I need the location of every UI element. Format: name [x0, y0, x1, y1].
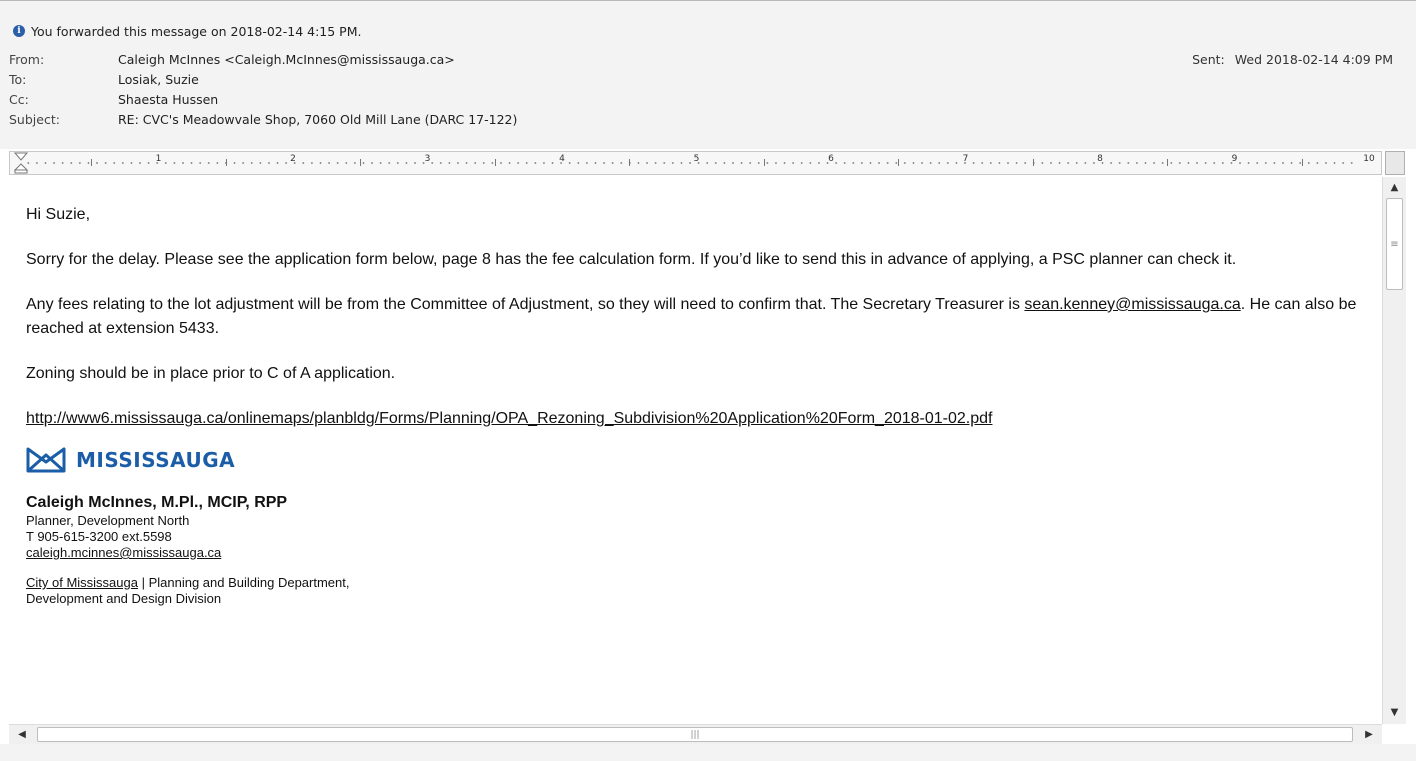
secretary-email-link[interactable]: sean.kenney@mississauga.ca [1024, 296, 1240, 313]
ruler-tick [898, 159, 900, 166]
scroll-right-icon[interactable]: ▶ [1359, 726, 1379, 743]
bottom-strip [0, 744, 1416, 761]
message-body: Hi Suzie, Sorry for the delay. Please se… [9, 177, 1382, 724]
infobar-text: You forwarded this message on 2018-02-14… [31, 23, 362, 39]
signature-org-rest: | Planning and Building Department, [137, 575, 350, 590]
ruler-tick [763, 159, 765, 166]
body-paragraph-3: Zoning should be in place prior to C of … [26, 365, 396, 382]
signature-org: City of Mississauga | Planning and Build… [26, 575, 1366, 591]
info-icon: i [13, 25, 25, 37]
signature-email-link[interactable]: caleigh.mcinnes@mississauga.ca [26, 545, 221, 560]
signature-name: Caleigh McInnes, M.Pl., MCIP, RPP [26, 494, 288, 511]
ruler-tick [91, 159, 93, 166]
horizontal-scrollbar[interactable]: ◀ ||| ▶ [9, 724, 1382, 744]
subject-value: RE: CVC's Meadowvale Shop, 7060 Old Mill… [118, 111, 518, 127]
cc-value[interactable]: Shaesta Hussen [118, 92, 218, 107]
ruler-number: 3 [424, 154, 431, 164]
subject-label: Subject: [9, 111, 60, 127]
sent-row: Sent: Wed 2018-02-14 4:09 PM [1192, 49, 1393, 69]
application-form-link[interactable]: http://www6.mississauga.ca/onlinemaps/pl… [26, 410, 992, 427]
ruler-dots [24, 162, 1357, 164]
greeting: Hi Suzie, [26, 206, 91, 223]
from-label: From: [9, 51, 45, 67]
ruler-tick [1032, 159, 1034, 166]
sent-label: Sent: [1192, 51, 1225, 67]
message-header: i You forwarded this message on 2018-02-… [0, 0, 1416, 149]
scroll-down-icon[interactable]: ▼ [1385, 703, 1404, 722]
ruler-tick [1301, 159, 1303, 166]
logo-wordmark: MISSISSAUGA [76, 448, 236, 472]
vertical-scrollbar[interactable]: ▲ ≡ ▼ [1382, 177, 1406, 724]
horizontal-scroll-thumb[interactable]: ||| [37, 727, 1353, 742]
to-label: To: [9, 71, 27, 87]
ruler-number: 6 [828, 154, 834, 164]
signature-block: Caleigh McInnes, M.Pl., MCIP, RPP Planne… [26, 493, 1366, 607]
form-url-paragraph: http://www6.mississauga.ca/onlinemaps/pl… [26, 407, 1366, 431]
subject-row: Subject: RE: CVC's Meadowvale Shop, 7060… [9, 109, 1409, 129]
signature-division: Development and Design Division [26, 591, 222, 606]
ruler-toggle-icon[interactable] [1385, 151, 1405, 175]
sent-value: Wed 2018-02-14 4:09 PM [1234, 51, 1393, 67]
scroll-left-icon[interactable]: ◀ [12, 726, 32, 743]
ruler[interactable]: 1 2 3 4 5 6 7 8 9 10 [9, 151, 1382, 175]
to-value[interactable]: Losiak, Suzie [118, 72, 199, 87]
para2-text-before: Any fees relating to the lot adjustment … [26, 296, 1025, 313]
ruler-number: 9 [1231, 154, 1238, 164]
body-paragraph-2: Any fees relating to the lot adjustment … [26, 293, 1366, 341]
vertical-scroll-thumb[interactable]: ≡ [1386, 198, 1403, 290]
ruler-number: 4 [559, 154, 565, 164]
ruler-number: 1 [155, 154, 162, 164]
signature-title: Planner, Development North [26, 513, 190, 528]
ruler-number: 5 [693, 154, 700, 164]
city-link[interactable]: City of Mississauga [26, 575, 138, 590]
from-value[interactable]: Caleigh McInnes <Caleigh.McInnes@mississ… [118, 52, 455, 67]
ruler-tick [494, 159, 496, 166]
ruler-tick [360, 159, 362, 166]
mississauga-logo: MISSISSAUGA [26, 445, 1366, 475]
mississauga-logo-icon [26, 447, 66, 473]
ruler-number: 8 [1097, 154, 1103, 164]
ruler-number: 2 [290, 154, 296, 164]
to-row: To: Losiak, Suzie [9, 69, 1409, 89]
cc-label: Cc: [9, 91, 29, 107]
cc-row: Cc: Shaesta Hussen [9, 89, 1409, 109]
ruler-number: 7 [962, 154, 969, 164]
ruler-tick [629, 159, 631, 166]
body-paragraph-1: Sorry for the delay. Please see the appl… [26, 251, 1237, 268]
forward-infobar[interactable]: i You forwarded this message on 2018-02-… [13, 22, 361, 40]
ruler-number: 10 [1363, 154, 1375, 164]
ruler-tick [225, 159, 227, 166]
scroll-up-icon[interactable]: ▲ [1385, 178, 1404, 197]
signature-phone: T 905-615-3200 ext.5598 [26, 529, 172, 544]
from-row: From: Caleigh McInnes <Caleigh.McInnes@m… [9, 49, 1409, 69]
ruler-tick [1167, 159, 1169, 166]
